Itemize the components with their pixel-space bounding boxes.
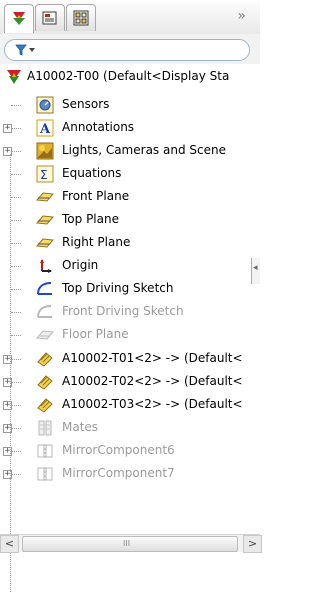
assembly-icon [7,70,21,84]
tab-configuration-manager[interactable] [66,4,96,31]
tree-guide-line [11,197,21,198]
tree-item-component-t03[interactable]: + A10002-T03<2> -> (Default< [0,393,252,416]
more-tabs-button[interactable]: » [237,9,246,23]
tree-guide-line [11,335,21,336]
tree-item-label: A10002-T03<2> -> (Default< [62,397,243,411]
tree-guide-line [11,243,21,244]
tree-item-right-plane[interactable]: Right Plane [0,231,252,254]
sketch-icon [37,282,52,295]
tree-root-label: A10002-T00 (Default<Display Sta [27,69,230,83]
scroll-thumb[interactable]: III [22,536,238,552]
part-icon [37,375,53,390]
tree-guide-line [11,474,21,475]
equations-icon: Σ [36,165,54,183]
tree-item-sensors[interactable]: Sensors [0,93,252,116]
configuration-icon [73,10,89,26]
plane-icon [36,330,54,340]
tree-item-label: Mates [62,420,99,434]
tree-item-label: MirrorComponent7 [62,466,175,480]
tree-item-origin[interactable]: Origin [0,254,252,277]
tree-item-label: Origin [62,258,99,272]
tree-guide-line [11,151,21,152]
tree-guide-line [11,266,21,267]
panel-collapse-handle[interactable]: ◂ [251,258,260,284]
tree-guide-line [11,451,21,452]
feature-tree-icon [13,12,25,25]
tree-item-label: Front Plane [62,189,130,203]
tree-item-label: Front Driving Sketch [62,304,184,318]
scroll-grip: III [123,539,131,548]
tree-item-lights-cameras-scene[interactable]: + Lights, Cameras and Scene [0,139,252,162]
tree-item-label: Lights, Cameras and Scene [62,143,226,157]
tree-item-label: MirrorComponent6 [62,443,175,457]
tree-item-equations[interactable]: Σ Equations [0,162,252,185]
tree-guide-line [11,405,21,406]
tree-guide-line [11,105,21,106]
scroll-right-button[interactable]: > [243,535,262,553]
filter-bar [0,34,260,64]
tree-item-label: Top Plane [62,212,119,226]
tree-item-label: Top Driving Sketch [62,281,174,295]
tree-item-front-plane[interactable]: Front Plane [0,185,252,208]
plane-icon [36,192,54,202]
tree-guide-line [11,128,21,129]
svg-text:A: A [39,122,51,137]
tree-item-mirror-component-6[interactable]: + MirrorComponent6 [0,439,252,462]
mirror-component-icon [37,467,53,481]
manager-tab-bar: » [0,0,260,35]
collapse-arrow-icon: ◂ [253,263,258,273]
tree-item-front-driving-sketch[interactable]: Front Driving Sketch [0,300,252,323]
property-sheet-icon [42,11,57,25]
tab-feature-manager[interactable] [4,4,34,33]
tree-guide-line [11,220,21,221]
tree-item-floor-plane[interactable]: Floor Plane [0,323,252,346]
tree-item-label: Equations [62,166,122,180]
tree-guide-line [11,382,21,383]
tab-property-manager[interactable] [35,4,65,31]
plane-icon [36,238,54,248]
tree-guide-line [11,359,21,360]
tree-guide-line [11,174,21,175]
sensors-icon [36,96,54,114]
tree-guide-line [11,312,21,313]
mates-icon [38,420,52,436]
origin-icon [40,259,52,273]
plane-icon [36,215,54,225]
scroll-left-button[interactable]: < [0,535,19,553]
tree-item-component-t01[interactable]: + A10002-T01<2> -> (Default< [0,347,252,370]
tree-item-label: Right Plane [62,235,131,249]
annotations-icon: A [36,119,54,137]
horizontal-scrollbar[interactable]: < III > [0,534,262,553]
sketch-icon [37,305,52,318]
tree-item-label: A10002-T02<2> -> (Default< [62,374,243,388]
tree-item-label: Annotations [62,120,135,134]
tree-item-mates[interactable]: + Mates [0,416,252,439]
tree-guide-line [11,289,21,290]
mirror-component-icon [37,444,53,458]
lights-icon [36,142,54,160]
tree-guide-line [11,428,21,429]
tree-item-component-t02[interactable]: + A10002-T02<2> -> (Default< [0,370,252,393]
svg-text:Σ: Σ [40,168,48,182]
tree-item-label: Floor Plane [62,327,129,341]
feature-manager-panel: » A10002-T00 (Default<Display Sta Sensor… [0,0,262,592]
filter-field[interactable] [4,39,250,61]
tree-item-mirror-component-7[interactable]: + MirrorComponent7 [0,462,252,485]
tree-item-annotations[interactable]: + A Annotations [0,116,252,139]
tree-root-row[interactable]: A10002-T00 (Default<Display Sta [0,65,252,88]
tree-item-label: A10002-T01<2> -> (Default< [62,351,243,365]
part-icon [37,398,53,413]
tree-item-top-driving-sketch[interactable]: Top Driving Sketch [0,277,252,300]
tree-item-top-plane[interactable]: Top Plane [0,208,252,231]
tree-item-label: Sensors [62,97,110,111]
funnel-icon [15,44,35,56]
part-icon [37,352,53,367]
